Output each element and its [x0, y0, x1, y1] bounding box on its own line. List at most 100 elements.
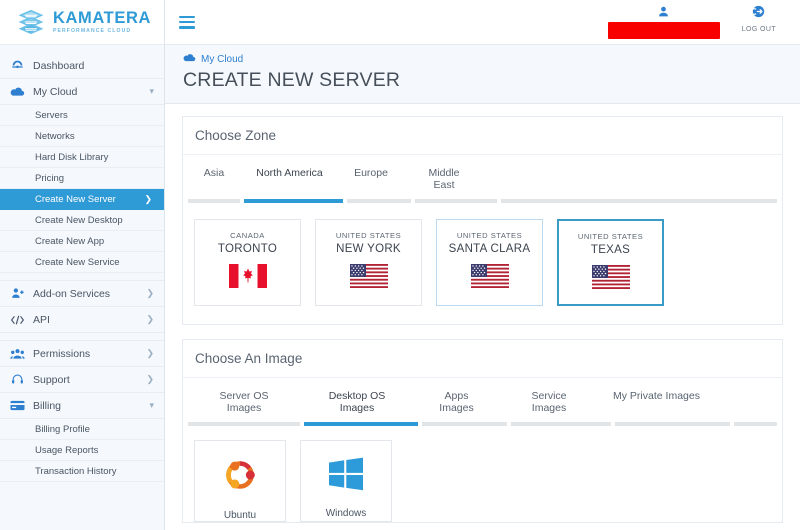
- sidebar-item-label: Dashboard: [33, 60, 164, 72]
- brand-name: KAMATERA: [53, 10, 151, 27]
- credit-card-icon: [10, 399, 25, 413]
- tab-asia[interactable]: Asia: [188, 155, 240, 199]
- tab-north-america[interactable]: North America: [240, 155, 339, 199]
- zone-city: TEXAS: [591, 244, 630, 256]
- tab-my-private-images[interactable]: My Private Images: [599, 378, 714, 422]
- image-card-label: Windows: [326, 508, 367, 519]
- sidebar-item-pricing[interactable]: Pricing: [0, 168, 164, 189]
- chevron-right-icon: ❯: [144, 194, 152, 205]
- sidebar-item-api[interactable]: API ❯: [0, 307, 164, 333]
- zone-tab-underline: [183, 199, 782, 203]
- image-tab-rail-filler: [734, 422, 777, 426]
- headset-icon: [10, 373, 25, 387]
- people-group-icon: [10, 347, 25, 361]
- image-tabs: Server OS Images Desktop OS Images Apps …: [183, 378, 782, 422]
- dashboard-gauge-icon: [10, 59, 25, 73]
- zone-tab-rail-north-america: [244, 199, 343, 203]
- sidebar-item-billing-profile[interactable]: Billing Profile: [0, 419, 164, 440]
- top-bar-right: LOG OUT: [608, 5, 786, 39]
- sidebar-item-create-new-desktop[interactable]: Create New Desktop: [0, 210, 164, 231]
- image-card-windows[interactable]: Windows: [300, 440, 392, 522]
- breadcrumb-label: My Cloud: [201, 54, 243, 65]
- brand-text: KAMATERA PERFORMANCE CLOUD: [53, 10, 151, 34]
- zone-country: CANADA: [230, 231, 265, 240]
- sidebar-item-billing[interactable]: Billing ▾: [0, 393, 164, 419]
- chevron-right-icon: ❯: [146, 348, 154, 359]
- zone-city: TORONTO: [218, 243, 277, 255]
- hamburger-menu-icon[interactable]: [179, 16, 195, 29]
- sidebar-item-transaction-history[interactable]: Transaction History: [0, 461, 164, 482]
- logout-button[interactable]: LOG OUT: [742, 5, 776, 33]
- tab-europe[interactable]: Europe: [339, 155, 403, 199]
- zone-city: SANTA CLARA: [449, 243, 531, 255]
- sidebar-item-create-new-app[interactable]: Create New App: [0, 231, 164, 252]
- sidebar-item-hard-disk-library[interactable]: Hard Disk Library: [0, 147, 164, 168]
- zone-card-santa-clara[interactable]: UNITED STATES SANTA CLARA: [436, 219, 543, 306]
- zone-card-new-york[interactable]: UNITED STATES NEW YORK: [315, 219, 422, 306]
- choose-image-title: Choose An Image: [183, 340, 782, 378]
- sidebar: KAMATERA PERFORMANCE CLOUD Dashboard: [0, 0, 165, 530]
- sidebar-item-add-on-services[interactable]: Add-on Services ❯: [0, 281, 164, 307]
- zone-tab-rail-europe: [347, 199, 411, 203]
- sidebar-sub-label: Create New Server: [35, 194, 116, 205]
- flag-usa-icon: [471, 264, 509, 293]
- sidebar-item-permissions[interactable]: Permissions ❯: [0, 341, 164, 367]
- logout-icon: [752, 5, 765, 23]
- zone-card-toronto[interactable]: CANADA TORONTO: [194, 219, 301, 306]
- image-tab-underline: [183, 422, 782, 426]
- ubuntu-logo-icon: [220, 455, 260, 500]
- username-redaction-bar: [608, 22, 720, 39]
- brand-tagline: PERFORMANCE CLOUD: [53, 29, 151, 34]
- zone-card-list: CANADA TORONTO: [183, 203, 782, 324]
- user-account-block[interactable]: [608, 5, 720, 39]
- code-brackets-icon: [10, 313, 25, 327]
- brand-logo-area[interactable]: KAMATERA PERFORMANCE CLOUD: [0, 0, 164, 45]
- cloud-icon: [10, 85, 25, 99]
- sidebar-sub-label: Create New Desktop: [35, 215, 123, 226]
- sidebar-item-support[interactable]: Support ❯: [0, 367, 164, 393]
- flag-usa-icon: [350, 264, 388, 293]
- sidebar-item-usage-reports[interactable]: Usage Reports: [0, 440, 164, 461]
- sidebar-item-create-new-server[interactable]: Create New Server ❯: [0, 189, 164, 210]
- image-tab-rail-private: [615, 422, 730, 426]
- addon-services-icon: [10, 287, 25, 301]
- zone-card-texas[interactable]: UNITED STATES TEXAS: [557, 219, 664, 306]
- page-header: My Cloud CREATE NEW SERVER: [165, 45, 800, 104]
- tab-desktop-os-images[interactable]: Desktop OS Images: [300, 378, 414, 422]
- sidebar-item-dashboard[interactable]: Dashboard: [0, 53, 164, 79]
- tab-service-images[interactable]: Service Images: [499, 378, 599, 422]
- sidebar-sub-label: Pricing: [35, 173, 64, 184]
- sidebar-item-label: API: [33, 314, 138, 326]
- zone-country: UNITED STATES: [578, 232, 643, 241]
- chevron-right-icon: ❯: [146, 314, 154, 325]
- flag-usa-icon: [592, 265, 630, 294]
- top-bar: LOG OUT: [165, 0, 800, 45]
- zone-country: UNITED STATES: [336, 231, 401, 240]
- flag-canada-icon: [229, 264, 267, 293]
- sidebar-sub-label: Servers: [35, 110, 68, 121]
- tab-server-os-images[interactable]: Server OS Images: [188, 378, 300, 422]
- sidebar-item-create-new-service[interactable]: Create New Service: [0, 252, 164, 273]
- sidebar-item-networks[interactable]: Networks: [0, 126, 164, 147]
- sidebar-item-servers[interactable]: Servers: [0, 105, 164, 126]
- tab-middle-east[interactable]: Middle East: [403, 155, 485, 199]
- tab-apps-images[interactable]: Apps Images: [414, 378, 499, 422]
- main-area: LOG OUT My Cloud CREATE NEW SERVER Choos…: [165, 0, 800, 530]
- zone-tab-rail-asia: [188, 199, 240, 203]
- image-card-ubuntu[interactable]: Ubuntu: [194, 440, 286, 522]
- image-tab-rail-apps: [422, 422, 507, 426]
- zone-tab-rail-middle-east: [415, 199, 497, 203]
- sidebar-item-label: Support: [33, 374, 138, 386]
- sidebar-sub-label: Usage Reports: [35, 445, 98, 456]
- app-root: KAMATERA PERFORMANCE CLOUD Dashboard: [0, 0, 800, 530]
- sidebar-sub-label: Billing Profile: [35, 424, 90, 435]
- sidebar-item-label: My Cloud: [33, 86, 141, 98]
- zone-city: NEW YORK: [336, 243, 401, 255]
- page-title: CREATE NEW SERVER: [183, 69, 800, 92]
- sidebar-item-my-cloud[interactable]: My Cloud ▾: [0, 79, 164, 105]
- image-tab-rail-desktop-os: [304, 422, 418, 426]
- choose-zone-panel: Choose Zone Asia North America Europe Mi…: [182, 116, 783, 325]
- sidebar-item-label: Permissions: [33, 348, 138, 360]
- content-scroll-area: Choose Zone Asia North America Europe Mi…: [165, 104, 800, 530]
- breadcrumb[interactable]: My Cloud: [183, 53, 800, 65]
